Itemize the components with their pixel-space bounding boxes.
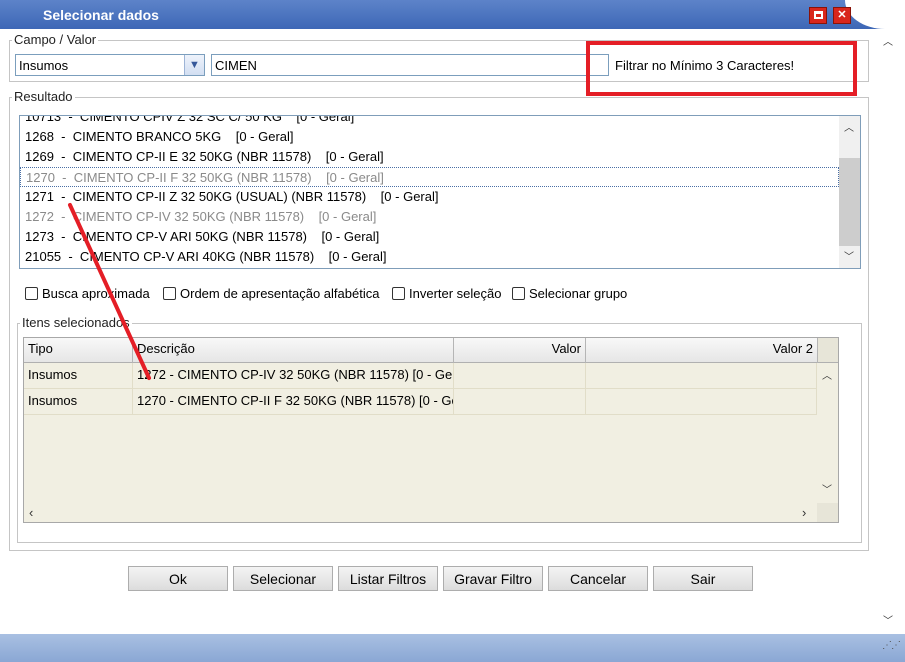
resize-grip-icon[interactable]: ⋰⋰ <box>882 640 901 651</box>
listar-filtros-button[interactable]: Listar Filtros <box>338 566 438 591</box>
status-bar <box>0 634 905 662</box>
ok-button[interactable]: Ok <box>128 566 228 591</box>
sair-button[interactable]: Sair <box>653 566 753 591</box>
gravar-filtro-button[interactable]: Gravar Filtro <box>443 566 543 591</box>
cancelar-button[interactable]: Cancelar <box>548 566 648 591</box>
annotation-arrow-layer <box>68 203 151 380</box>
annotation-arrow <box>68 203 151 380</box>
selecionar-button[interactable]: Selecionar <box>233 566 333 591</box>
